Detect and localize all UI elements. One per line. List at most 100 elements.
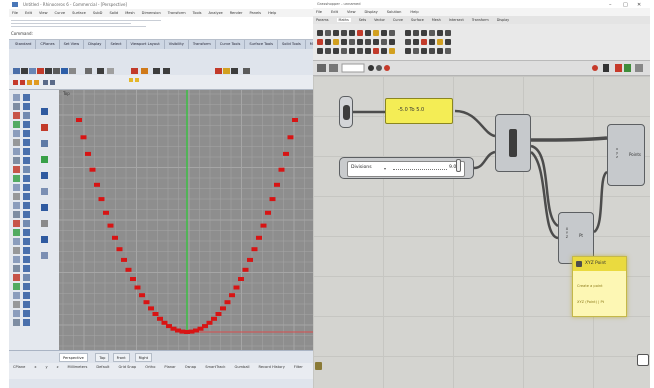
side-tool-icon[interactable] xyxy=(13,157,20,164)
side-tool-icon[interactable] xyxy=(13,130,20,137)
gh-component-icon[interactable] xyxy=(325,48,331,54)
side-tool-icon[interactable] xyxy=(41,252,48,259)
point-marker[interactable] xyxy=(116,247,123,252)
gh-menu-item[interactable]: Solution xyxy=(387,10,402,14)
rhino-menu-item[interactable]: Tools xyxy=(193,11,202,15)
sketch-icon[interactable] xyxy=(635,64,643,72)
status-item[interactable]: Osnap xyxy=(185,365,196,369)
gh-component-icon[interactable] xyxy=(333,39,339,45)
side-tool-icon[interactable] xyxy=(23,319,30,326)
gh-component-icon[interactable] xyxy=(413,39,419,45)
slider-track[interactable]: Divisions ▾ 9.0 xyxy=(347,161,465,177)
point-marker[interactable] xyxy=(233,285,240,290)
gh-canvas[interactable]: -5.0 To 5.0 Divisions ▾ 9.0 xyz Points X… xyxy=(313,76,650,388)
side-tool-icon[interactable] xyxy=(23,121,30,128)
rhino-menu-item[interactable]: Render xyxy=(230,11,243,15)
side-tool-icon[interactable] xyxy=(23,256,30,263)
gh-component-icon[interactable] xyxy=(437,30,443,36)
toolbar-tool-icon[interactable] xyxy=(243,68,250,74)
status-item[interactable]: Gumball xyxy=(234,365,249,369)
side-tool-icon[interactable] xyxy=(23,193,30,200)
status-item[interactable]: Planar xyxy=(164,365,175,369)
side-tool-icon[interactable] xyxy=(41,236,48,243)
rhino-menu-item[interactable]: Curve xyxy=(55,11,66,15)
selected-icon[interactable] xyxy=(624,64,631,72)
toolbar-tool-icon[interactable] xyxy=(13,68,20,74)
rhino-toolbar-tab[interactable]: CPlanes xyxy=(36,40,60,49)
toolbar-tool-icon[interactable] xyxy=(61,68,68,74)
side-tool-icon[interactable] xyxy=(41,156,48,163)
rhino-toolbar-tab[interactable]: Standard xyxy=(11,40,37,49)
command-prompt[interactable]: Command: xyxy=(11,31,33,36)
series-node[interactable] xyxy=(339,96,353,128)
side-tool-icon[interactable] xyxy=(13,319,20,326)
gh-component-icon[interactable] xyxy=(317,48,323,54)
side-tool-icon[interactable] xyxy=(41,220,48,227)
preview-mode-icon[interactable] xyxy=(592,65,598,71)
point-marker[interactable] xyxy=(80,135,87,140)
rhino-menu-item[interactable]: SubD xyxy=(93,11,103,15)
preview-icon[interactable] xyxy=(368,65,374,71)
side-tool-icon[interactable] xyxy=(13,301,20,308)
point-marker[interactable] xyxy=(76,118,82,122)
viewport-tab[interactable]: Top xyxy=(95,353,110,362)
status-item[interactable]: Record History xyxy=(259,365,285,369)
side-tool-icon[interactable] xyxy=(23,310,30,317)
gh-component-icon[interactable] xyxy=(381,48,387,54)
side-tool-icon[interactable] xyxy=(23,175,30,182)
status-item[interactable]: SmartTrack xyxy=(205,365,225,369)
point-marker[interactable] xyxy=(98,197,105,202)
gh-component-icon[interactable] xyxy=(413,48,419,54)
status-item[interactable]: Grid Snap xyxy=(118,365,136,369)
output-node[interactable]: xyz Points xyxy=(607,124,645,186)
gh-component-icon[interactable] xyxy=(381,30,387,36)
point-marker[interactable] xyxy=(148,306,154,311)
side-tool-icon[interactable] xyxy=(23,202,30,209)
toolbar-tool-icon[interactable] xyxy=(29,68,36,74)
rhino-menu-item[interactable]: Panels xyxy=(249,11,261,15)
point-marker[interactable] xyxy=(238,277,244,281)
viewport-tab[interactable]: Front xyxy=(112,353,130,362)
side-tool-icon[interactable] xyxy=(23,130,30,137)
display-icon[interactable] xyxy=(603,64,609,72)
gh-component-icon[interactable] xyxy=(349,39,355,45)
rhino-toolbar-tab[interactable]: Display xyxy=(84,40,107,49)
gh-component-icon[interactable] xyxy=(317,30,323,36)
gh-component-icon[interactable] xyxy=(349,48,355,54)
point-marker[interactable] xyxy=(211,316,217,321)
viewport-tab[interactable]: Right xyxy=(134,353,153,362)
slider-grip[interactable] xyxy=(456,159,461,172)
divisions-slider[interactable]: Divisions ▾ 9.0 xyxy=(339,157,474,179)
side-tool-icon[interactable] xyxy=(23,166,30,173)
gh-component-icon[interactable] xyxy=(357,30,363,36)
toolbar-tool-icon[interactable] xyxy=(215,68,222,74)
point-marker[interactable] xyxy=(130,277,136,281)
gh-component-icon[interactable] xyxy=(389,48,395,54)
gh-component-icon[interactable] xyxy=(429,48,435,54)
gh-tab[interactable]: Params xyxy=(316,18,329,22)
toolbar-tool-icon[interactable] xyxy=(85,68,92,74)
gh-component-icon[interactable] xyxy=(373,48,379,54)
rhino-menu-item[interactable]: Mesh xyxy=(125,11,134,15)
toolbar-tool-icon[interactable] xyxy=(97,68,104,74)
top-viewport[interactable]: Top xyxy=(59,90,316,350)
point-marker[interactable] xyxy=(251,247,258,252)
side-tool-icon[interactable] xyxy=(23,94,30,101)
rhino-menu-item[interactable]: Edit xyxy=(25,11,32,15)
zoom-box[interactable] xyxy=(341,63,365,73)
gh-component-icon[interactable] xyxy=(357,39,363,45)
gh-component-icon[interactable] xyxy=(437,39,443,45)
side-tool-icon[interactable] xyxy=(13,112,20,119)
side-tool-icon[interactable] xyxy=(13,283,20,290)
point-marker[interactable] xyxy=(143,300,150,305)
point-marker[interactable] xyxy=(107,223,114,228)
gh-menu-item[interactable]: View xyxy=(347,10,356,14)
toolbar-tool-icon[interactable] xyxy=(45,68,52,74)
gh-component-icon[interactable] xyxy=(341,48,347,54)
point-marker[interactable] xyxy=(112,235,118,240)
side-tool-icon[interactable] xyxy=(23,220,30,227)
side-tool-icon[interactable] xyxy=(13,247,20,254)
gh-component-icon[interactable] xyxy=(333,48,339,54)
side-tool-icon[interactable] xyxy=(41,172,48,179)
point-marker[interactable] xyxy=(229,293,235,298)
